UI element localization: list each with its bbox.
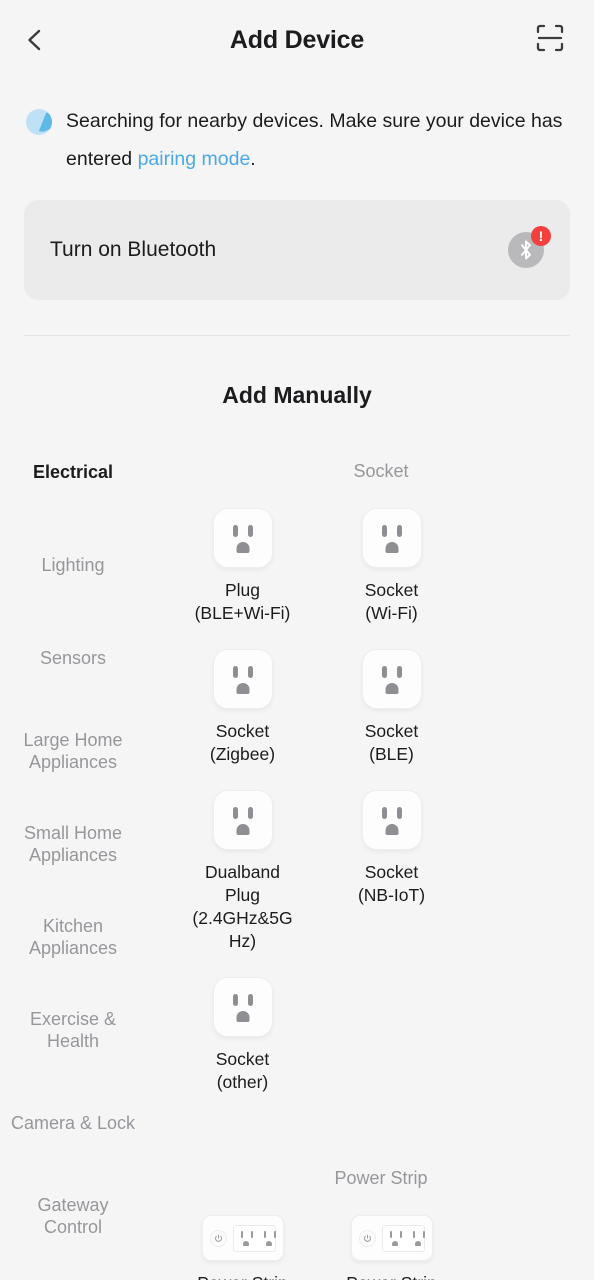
app-header: Add Device (0, 0, 594, 80)
scan-qr-icon (535, 23, 565, 58)
sidebar-item-sensors[interactable]: Sensors (0, 647, 146, 669)
sidebar-item-label: Camera & Lock (10, 1113, 136, 1133)
device-tile[interactable]: Power Strip (Wi-Fi) (317, 1215, 466, 1280)
device-tile-label: Socket (other) (215, 1049, 270, 1092)
sidebar-item-label: Sensors (39, 648, 107, 668)
sidebar-item-small-home-appliances[interactable]: Small Home Appliances (0, 822, 146, 866)
sidebar-item-camera-lock[interactable]: Camera & Lock (0, 1112, 146, 1134)
category-sidebar: Electrical Lighting Sensors Large Home Appl… (0, 461, 146, 1280)
sidebar-item-label: Large Home Appliances (23, 730, 123, 772)
device-tile-label: Power Strip (Wi-Fi) (338, 1272, 446, 1280)
pairing-mode-link[interactable]: pairing mode (138, 148, 251, 170)
socket-icon (361, 508, 422, 568)
sidebar-item-label: Gateway Control (37, 1195, 109, 1237)
searching-status: Searching for nearby devices. Make sure … (0, 80, 594, 178)
sidebar-item-gateway-control[interactable]: Gateway Control (0, 1194, 146, 1238)
sidebar-item-kitchen-appliances[interactable]: Kitchen Appliances (0, 915, 146, 959)
bluetooth-card-label: Turn on Bluetooth (50, 238, 217, 261)
socket-icon (212, 977, 273, 1037)
sidebar-item-lighting[interactable]: Lighting (0, 554, 146, 576)
device-tile[interactable]: Power Strip (BLE+Wi-Fi) (168, 1215, 317, 1280)
turn-on-bluetooth-card[interactable]: Turn on Bluetooth ! (24, 200, 570, 300)
loading-spinner-icon (26, 109, 52, 135)
bluetooth-status-indicator: ! (508, 226, 551, 268)
device-tile[interactable]: Socket (Wi-Fi) (317, 508, 466, 625)
device-tile[interactable]: Socket (Zigbee) (168, 649, 317, 766)
device-tile[interactable]: Plug (BLE+Wi-Fi) (168, 508, 317, 625)
bluetooth-alert-badge: ! (531, 226, 551, 246)
device-tile-label: Socket (BLE) (364, 721, 419, 764)
device-tile[interactable]: Dualband Plug (2.4GHz&5GHz) (168, 790, 317, 953)
power-strip-icon (350, 1215, 433, 1261)
group-title-power-strip: Power Strip (146, 1168, 594, 1189)
page-title: Add Device (229, 25, 365, 54)
sidebar-item-label: Small Home Appliances (23, 823, 123, 865)
device-tile-label: Dualband Plug (2.4GHz&5GHz) (192, 862, 293, 951)
socket-icon (361, 790, 422, 850)
socket-icon (212, 790, 273, 850)
device-tile-label: Power Strip (BLE+Wi-Fi) (189, 1272, 297, 1280)
add-device-screen: Add Device Searching for nearby devices.… (0, 0, 594, 1280)
chevron-left-icon (22, 27, 48, 53)
sidebar-item-label: Exercise & Health (29, 1009, 117, 1051)
socket-icon (361, 649, 422, 709)
device-tile-label: Socket (NB-IoT) (357, 862, 426, 905)
sidebar-item-label: Lighting (41, 555, 105, 575)
sidebar-item-large-home-appliances[interactable]: Large Home Appliances (0, 729, 146, 773)
device-grid-socket: Plug (BLE+Wi-Fi) Socket (Wi-Fi) Socket (Zi… (146, 508, 594, 1118)
socket-icon (212, 508, 273, 568)
device-tile[interactable]: Socket (other) (168, 977, 317, 1094)
power-strip-icon (201, 1215, 284, 1261)
device-tile-label: Plug (BLE+Wi-Fi) (194, 580, 291, 623)
device-tile[interactable]: Socket (BLE) (317, 649, 466, 766)
add-manually-title: Add Manually (222, 382, 372, 408)
searching-text-after: . (250, 148, 256, 170)
sidebar-item-label: Kitchen Appliances (28, 916, 118, 958)
section-divider (24, 335, 570, 336)
group-title-label: Socket (353, 461, 409, 481)
device-catalog: Socket Plug (BLE+Wi-Fi) Socket (Wi-Fi) Sock… (146, 461, 594, 1280)
searching-text: Searching for nearby devices. Make sure … (66, 102, 568, 178)
device-tile-label: Socket (Wi-Fi) (364, 580, 419, 623)
device-grid-power-strip: Power Strip (BLE+Wi-Fi) Power Strip (Wi-F… (146, 1215, 594, 1280)
sidebar-item-label: Electrical (32, 462, 114, 482)
scan-button[interactable] (528, 18, 572, 62)
device-tile-label: Socket (Zigbee) (209, 721, 276, 764)
sidebar-item-exercise-health[interactable]: Exercise & Health (0, 1008, 146, 1052)
back-button[interactable] (22, 18, 66, 62)
group-title-label: Power Strip (334, 1168, 428, 1188)
socket-icon (212, 649, 273, 709)
catalog-body: Electrical Lighting Sensors Large Home Appl… (0, 461, 594, 1280)
device-tile[interactable]: Socket (NB-IoT) (317, 790, 466, 953)
sidebar-item-electrical[interactable]: Electrical (0, 461, 146, 483)
group-title-socket: Socket (146, 461, 594, 482)
